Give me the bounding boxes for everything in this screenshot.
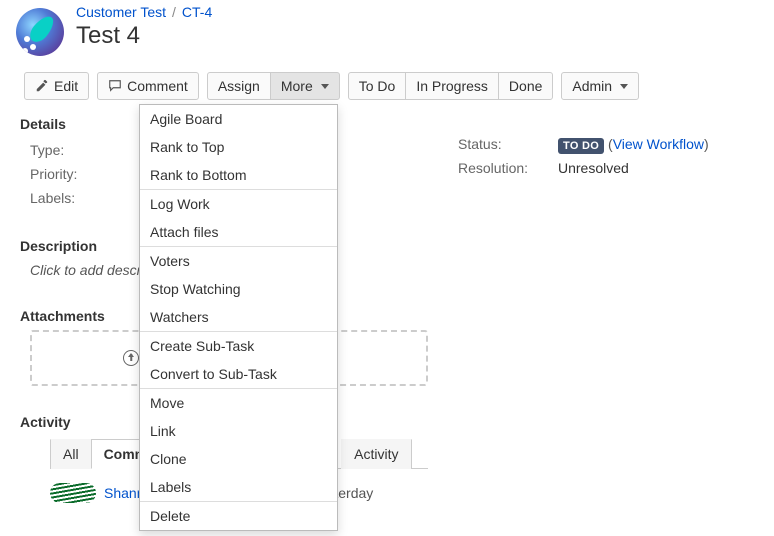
comment-button[interactable]: Comment (97, 72, 199, 100)
menu-labels[interactable]: Labels (140, 473, 337, 501)
menu-rank-to-bottom[interactable]: Rank to Bottom (140, 161, 337, 189)
breadcrumb-issue-link[interactable]: CT-4 (182, 4, 212, 20)
menu-rank-to-top[interactable]: Rank to Top (140, 133, 337, 161)
menu-stop-watching[interactable]: Stop Watching (140, 275, 337, 303)
menu-convert-subtask[interactable]: Convert to Sub-Task (140, 360, 337, 388)
view-workflow-link[interactable]: View Workflow (613, 136, 704, 152)
menu-clone[interactable]: Clone (140, 445, 337, 473)
paren-close: ) (704, 136, 709, 152)
menu-agile-board[interactable]: Agile Board (140, 105, 337, 133)
transition-todo-button[interactable]: To Do (348, 72, 407, 100)
resolution-label: Resolution: (458, 160, 558, 176)
tab-all[interactable]: All (50, 439, 92, 469)
comment-author-avatar (50, 483, 96, 503)
menu-delete[interactable]: Delete (140, 502, 337, 530)
transition-done-button[interactable]: Done (498, 72, 553, 100)
upload-icon (123, 350, 139, 366)
breadcrumb-project-link[interactable]: Customer Test (76, 4, 166, 20)
more-button[interactable]: More (270, 72, 340, 100)
menu-move[interactable]: Move (140, 389, 337, 417)
admin-button[interactable]: Admin (561, 72, 639, 100)
inprogress-label: In Progress (416, 78, 488, 94)
comment-label: Comment (127, 78, 188, 94)
chevron-down-icon (321, 84, 329, 89)
status-badge: TO DO (558, 138, 604, 154)
project-avatar[interactable] (16, 8, 64, 56)
admin-label: Admin (572, 78, 612, 94)
assign-label: Assign (218, 78, 260, 94)
more-dropdown: Agile Board Rank to Top Rank to Bottom L… (139, 104, 338, 531)
transition-inprogress-button[interactable]: In Progress (405, 72, 499, 100)
labels-label: Labels: (30, 190, 130, 206)
todo-label: To Do (359, 78, 396, 94)
status-label: Status: (458, 136, 558, 152)
menu-voters[interactable]: Voters (140, 247, 337, 275)
menu-watchers[interactable]: Watchers (140, 303, 337, 331)
tab-activity[interactable]: Activity (341, 439, 411, 469)
issue-title: Test 4 (76, 22, 212, 50)
edit-label: Edit (54, 78, 78, 94)
comment-icon (108, 79, 122, 93)
menu-attach-files[interactable]: Attach files (140, 218, 337, 246)
menu-create-subtask[interactable]: Create Sub-Task (140, 332, 337, 360)
chevron-down-icon (620, 84, 628, 89)
more-label: More (281, 78, 313, 94)
menu-link[interactable]: Link (140, 417, 337, 445)
resolution-value: Unresolved (558, 160, 629, 176)
breadcrumb: Customer Test / CT-4 (76, 4, 212, 20)
priority-label: Priority: (30, 166, 130, 182)
breadcrumb-separator: / (172, 4, 176, 20)
pencil-icon (35, 79, 49, 93)
done-label: Done (509, 78, 542, 94)
type-label: Type: (30, 142, 130, 158)
menu-log-work[interactable]: Log Work (140, 190, 337, 218)
edit-button[interactable]: Edit (24, 72, 89, 100)
assign-button[interactable]: Assign (207, 72, 271, 100)
